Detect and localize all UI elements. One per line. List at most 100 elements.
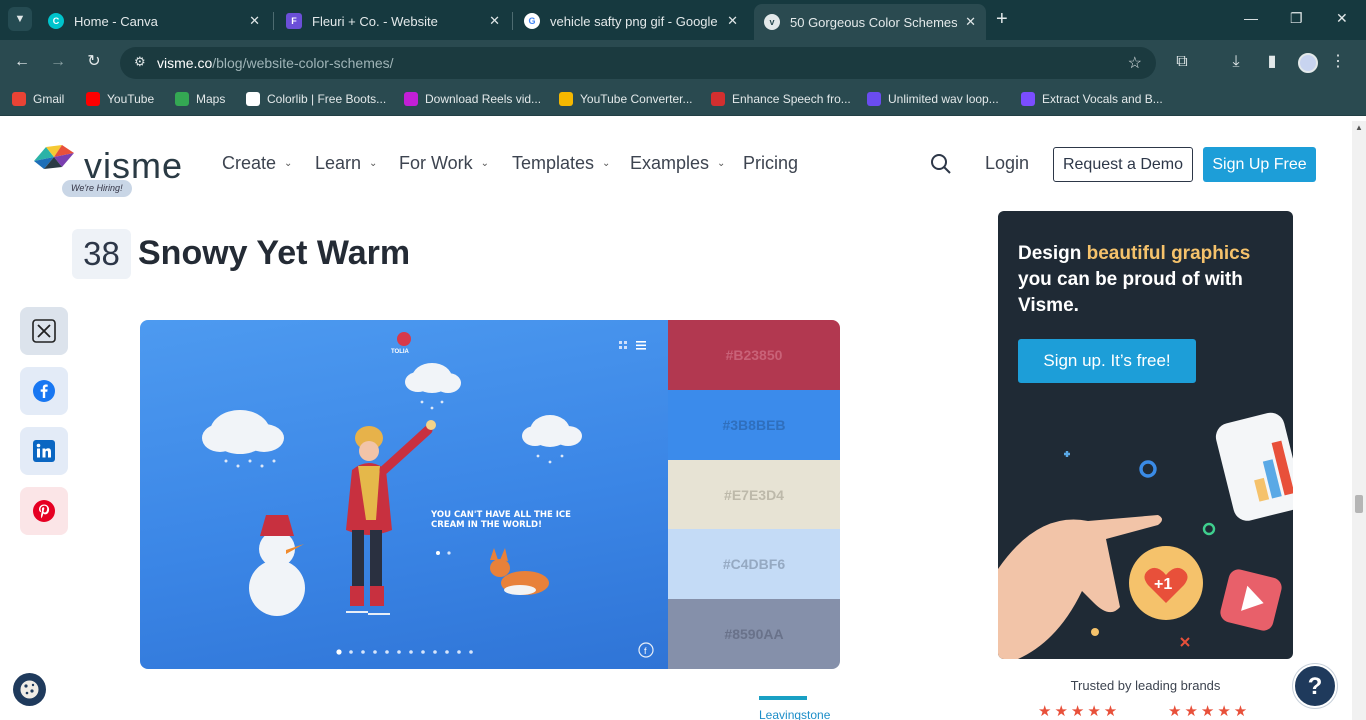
share-linkedin-button[interactable] (20, 427, 68, 475)
bookmark-maps[interactable]: Maps (175, 92, 225, 106)
url-text[interactable]: visme.co/blog/website-color-schemes/ (157, 55, 394, 71)
browser-toolbar: ← → ↻ ⚙ visme.co/blog/website-color-sche… (0, 40, 1366, 84)
tab-divider (512, 12, 513, 30)
browser-menu-icon[interactable]: ⋮ (1326, 51, 1350, 73)
login-link[interactable]: Login (985, 153, 1029, 174)
bookmark-colorlib[interactable]: Colorlib | Free Boots... (246, 92, 386, 106)
visme-icon: v (764, 14, 780, 30)
close-tab-icon[interactable]: ✕ (249, 13, 260, 29)
bookmark-reels[interactable]: Download Reels vid... (404, 92, 541, 106)
forward-arrow-icon[interactable]: → (46, 51, 70, 73)
tab-fleuri[interactable]: F Fleuri + Co. - Website ✕ (276, 6, 510, 36)
nav-for-work[interactable]: For Work ⌄ (399, 153, 489, 174)
pinterest-icon (33, 500, 55, 522)
rating-stars-1: ★★★★★ (1038, 703, 1121, 720)
bookmark-star-icon[interactable]: ☆ (1128, 53, 1142, 73)
swatch-3: #E7E3D4 (668, 460, 840, 530)
svg-text:f: f (644, 646, 647, 656)
maps-pin-icon (175, 92, 189, 106)
site-info-icon[interactable]: ⚙ (134, 54, 146, 70)
new-tab-plus-icon[interactable]: + (996, 9, 1008, 29)
page-scrollbar[interactable]: ▲ (1352, 121, 1366, 720)
tab-visme-active[interactable]: v 50 Gorgeous Color Schemes Fro ✕ (754, 4, 986, 40)
tab-divider (273, 12, 274, 30)
x-icon (32, 319, 56, 343)
download-icon[interactable]: ⤓ (1224, 51, 1248, 73)
converter-icon (559, 92, 573, 106)
address-bar[interactable]: ⚙ visme.co/blog/website-color-schemes/ ☆ (120, 47, 1156, 79)
tab-google[interactable]: G vehicle safty png gif - Google S ✕ (514, 6, 748, 36)
rating-stars-2: ★★★★★ (1168, 703, 1251, 720)
trusted-by-text: Trusted by leading brands (1070, 678, 1221, 693)
linkedin-icon (33, 440, 55, 462)
chevron-down-icon: ⌄ (717, 158, 726, 169)
scheme-number: 38 (72, 229, 131, 279)
scroll-up-arrow-icon[interactable]: ▲ (1355, 123, 1363, 132)
close-tab-icon[interactable]: ✕ (727, 13, 738, 29)
request-demo-button[interactable]: Request a Demo (1053, 147, 1193, 182)
swatch-1: #B23850 (668, 320, 840, 390)
nav-learn[interactable]: Learn ⌄ (315, 153, 377, 174)
tab-canva[interactable]: C Home - Canva ✕ (38, 6, 270, 36)
profile-avatar[interactable] (1298, 53, 1318, 73)
browser-tab-strip: ▼ C Home - Canva ✕ F Fleuri + Co. - Webs… (0, 0, 1366, 40)
minimize-icon[interactable]: — (1244, 10, 1258, 26)
youtube-icon (86, 92, 100, 106)
chevron-down-icon: ⌄ (284, 158, 293, 169)
chevron-down-icon: ⌄ (369, 158, 378, 169)
reload-icon[interactable]: ↻ (82, 51, 106, 73)
chevron-down-icon: ⌄ (480, 158, 490, 169)
adobe-icon (711, 92, 725, 106)
share-facebook-button[interactable] (20, 367, 68, 415)
extensions-puzzle-icon[interactable]: ⧉ (1170, 51, 1194, 73)
color-scheme-figure: f TOLIA YOU CAN'T HAVE ALL THE ICE CREAM… (140, 320, 840, 669)
close-tab-icon[interactable]: ✕ (965, 14, 976, 30)
bookmark-extract-vocals[interactable]: Extract Vocals and B... (1021, 92, 1163, 106)
hero-brand-text: TOLIA (391, 349, 409, 355)
close-window-icon[interactable]: ✕ (1336, 10, 1348, 27)
sign-up-free-button[interactable]: Sign Up Free (1203, 147, 1316, 182)
wav-loop-icon (867, 92, 881, 106)
promo-card: Design beautiful graphics you can be pro… (998, 211, 1293, 659)
side-panel-icon[interactable]: ▮ (1260, 51, 1284, 73)
back-arrow-icon[interactable]: ← (10, 51, 34, 73)
help-button[interactable]: ? (1293, 664, 1337, 708)
winter-illustration-icon: f (202, 332, 654, 658)
share-pinterest-button[interactable] (20, 487, 68, 535)
nav-templates[interactable]: Templates ⌄ (512, 153, 610, 174)
fleuri-icon: F (286, 13, 302, 29)
facebook-icon (33, 380, 55, 402)
google-icon: G (524, 13, 540, 29)
web-page: visme We're Hiring! Create ⌄ Learn ⌄ For W… (0, 121, 1352, 720)
bookmark-yt-converter[interactable]: YouTube Converter... (559, 92, 693, 106)
swatch-5: #8590AA (668, 599, 840, 669)
svg-text:+1: +1 (1154, 576, 1172, 593)
hero-headline: YOU CAN'T HAVE ALL THE ICE CREAM IN THE … (431, 510, 571, 530)
cookie-icon (20, 680, 39, 699)
section-accent-bar (759, 696, 807, 700)
hiring-badge[interactable]: We're Hiring! (62, 180, 132, 197)
cookie-settings-button[interactable] (13, 673, 46, 706)
close-tab-icon[interactable]: ✕ (489, 13, 500, 29)
bookmark-youtube[interactable]: YouTube (86, 92, 154, 106)
next-example-link[interactable]: Leavingstone (759, 708, 830, 720)
visme-logo-mark-icon (34, 145, 74, 169)
bookmark-gmail[interactable]: Gmail (12, 92, 64, 106)
bookmark-enhance-speech[interactable]: Enhance Speech fro... (711, 92, 851, 106)
chevron-down-icon: ⌄ (602, 158, 611, 169)
tab-search-chevron-icon[interactable]: ▼ (8, 7, 32, 31)
promo-illustration-icon: +1 (998, 412, 1293, 659)
nav-examples[interactable]: Examples ⌄ (630, 153, 725, 174)
swatch-2: #3B8BEB (668, 390, 840, 460)
scheme-heading: Snowy Yet Warm (138, 234, 411, 272)
restore-icon[interactable]: ❐ (1290, 10, 1303, 27)
share-x-button[interactable] (20, 307, 68, 355)
bookmark-wav-loops[interactable]: Unlimited wav loop... (867, 92, 999, 106)
nav-create[interactable]: Create ⌄ (222, 153, 292, 174)
swatch-4: #C4DBF6 (668, 529, 840, 599)
bookmarks-bar: Gmail YouTube Maps Colorlib | Free Boots… (0, 84, 1366, 116)
search-icon[interactable] (930, 153, 952, 175)
nav-pricing[interactable]: Pricing (743, 153, 798, 174)
scrollbar-thumb[interactable] (1355, 495, 1363, 513)
vocals-icon (1021, 92, 1035, 106)
